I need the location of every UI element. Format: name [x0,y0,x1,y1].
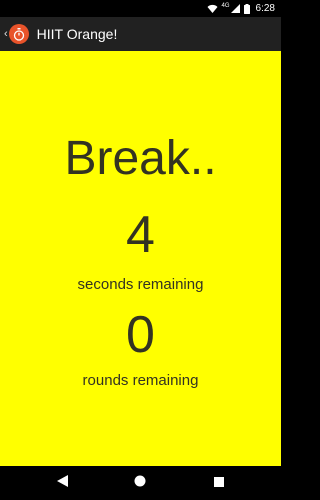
network-type-label: 4G [221,2,230,9]
stopwatch-icon [8,24,29,44]
back-triangle-icon [56,474,68,492]
chevron-left-icon: ‹ [4,27,8,40]
home-circle-icon [134,474,146,492]
nav-recents-button[interactable] [199,466,239,500]
seconds-remaining-value: 4 [126,206,155,264]
status-icons: 4G 6:28 [207,0,275,17]
status-clock: 6:28 [255,3,275,14]
seconds-remaining-label: seconds remaining [77,276,204,293]
battery-icon [243,3,250,14]
timer-screen: Break.. 4 seconds remaining 0 rounds rem… [0,51,281,466]
system-nav-bar [0,466,281,500]
nav-back-button[interactable] [42,466,82,500]
rounds-remaining-value: 0 [126,306,155,364]
recents-square-icon [214,474,224,492]
rounds-remaining-label: rounds remaining [82,372,199,389]
nav-home-button[interactable] [120,466,160,500]
status-bar: 4G 6:28 [0,0,281,17]
phase-label: Break.. [64,132,217,185]
up-navigation-button[interactable]: ‹ [0,17,29,51]
cell-signal-icon [230,4,240,13]
app-title: HIIT Orange! [36,26,118,42]
app-bar: ‹ HIIT Orange! [0,17,281,51]
wifi-icon [207,4,218,13]
